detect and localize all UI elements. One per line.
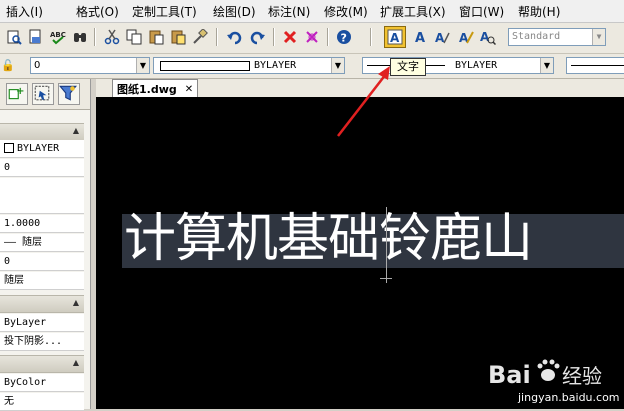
undo-icon[interactable] xyxy=(224,27,244,47)
filter-icon[interactable] xyxy=(58,83,80,105)
redo-icon[interactable] xyxy=(248,27,268,47)
property-value: ByLayer xyxy=(4,317,47,328)
property-row-linetype-scale[interactable]: 1.0000 xyxy=(0,215,84,233)
match-properties-icon[interactable] xyxy=(190,27,210,47)
menu-bar: 插入(I) 格式(O) 定制工具(T) 绘图(D) 标注(N) 修改(M) 扩展… xyxy=(0,0,624,23)
property-row-plot-style[interactable]: ByColor xyxy=(0,374,84,392)
layer-select[interactable]: 0 ▼ xyxy=(30,57,150,74)
color-swatch xyxy=(4,143,14,153)
property-value: 1.0000 xyxy=(4,218,41,229)
select-delete-icon[interactable] xyxy=(302,27,322,47)
help-icon[interactable]: ? xyxy=(334,27,354,47)
standard-toolbar: ABC ? A A A A A Standard ▼ xyxy=(0,23,624,54)
find-text-icon[interactable]: A xyxy=(478,27,498,47)
property-row-plot-table[interactable]: 无 xyxy=(0,393,84,411)
svg-text:+: + xyxy=(16,86,24,97)
copy-icon[interactable] xyxy=(124,27,144,47)
property-row-material[interactable]: ByLayer xyxy=(0,314,84,332)
text-tool-button[interactable]: A xyxy=(384,26,406,48)
cut-icon[interactable] xyxy=(102,27,122,47)
menu-insert[interactable]: 插入(I) xyxy=(6,3,43,20)
close-icon[interactable]: ✕ xyxy=(185,81,193,98)
paste-icon[interactable] xyxy=(146,27,166,47)
text-cursor xyxy=(386,207,387,283)
properties-toolbar: 🔓 0 ▼ BYLAYER ▼ BYLAYER ▼ 文字 xyxy=(0,54,624,79)
property-value: —— 随层 xyxy=(4,237,43,248)
property-row-linetype[interactable] xyxy=(0,178,84,214)
property-value: BYLAYER xyxy=(17,143,60,154)
find-icon[interactable] xyxy=(70,27,90,47)
publish-icon[interactable] xyxy=(25,27,45,47)
lineweight-select[interactable] xyxy=(566,57,624,74)
property-row-shadow[interactable]: 投下阴影... xyxy=(0,333,84,351)
property-row-color[interactable]: BYLAYER xyxy=(0,140,84,158)
text-style-value: Standard xyxy=(512,31,561,42)
menu-help[interactable]: 帮助(H) xyxy=(518,3,560,20)
menu-window[interactable]: 窗口(W) xyxy=(459,3,504,20)
layer-value: 0 xyxy=(34,60,41,71)
collapse-icon: ▲ xyxy=(72,126,79,135)
menu-extend-tools[interactable]: 扩展工具(X) xyxy=(380,3,446,20)
property-row-thickness[interactable]: 0 xyxy=(0,253,84,271)
text-style-edit-icon[interactable]: A xyxy=(456,27,476,47)
print-preview-icon[interactable] xyxy=(4,27,24,47)
section-header-plot[interactable]: ▲ xyxy=(0,355,84,373)
property-row-lineweight[interactable]: —— 随层 xyxy=(0,234,84,252)
panel-toolbar: + xyxy=(0,79,90,110)
baidu-paw-logo: Bai 经验 xyxy=(488,359,602,389)
svg-text:A: A xyxy=(415,31,425,45)
color-swatch xyxy=(160,61,250,71)
linetype-value: BYLAYER xyxy=(455,60,498,71)
color-value: BYLAYER xyxy=(254,60,297,71)
property-value: 无 xyxy=(4,396,14,407)
section-header-general[interactable]: ▲ xyxy=(0,123,84,141)
menu-dimension[interactable]: 标注(N) xyxy=(268,3,310,20)
chevron-down-icon[interactable]: ▼ xyxy=(136,58,149,73)
section-header-3d[interactable]: ▲ xyxy=(0,295,84,313)
collapse-icon: ▲ xyxy=(72,298,79,307)
drawing-canvas[interactable]: 计算机基础铃鹿山 Bai 经验 jingyan.baidu.com xyxy=(96,97,624,409)
chevron-down-icon[interactable]: ▼ xyxy=(592,29,605,45)
menu-format[interactable]: 格式(O) xyxy=(76,3,119,20)
property-value: ByColor xyxy=(4,377,47,388)
single-line-text-icon[interactable]: A xyxy=(410,27,430,47)
erase-icon[interactable] xyxy=(280,27,300,47)
text-style-select[interactable]: Standard ▼ xyxy=(508,28,606,46)
watermark-brand-suffix: 经验 xyxy=(562,364,602,388)
quick-select-icon[interactable]: + xyxy=(6,83,28,105)
text-cursor-base xyxy=(380,278,392,279)
watermark-brand-prefix: Bai xyxy=(488,361,531,389)
property-value: 0 xyxy=(4,162,11,173)
property-value: 投下阴影... xyxy=(4,336,63,347)
watermark-url: jingyan.baidu.com xyxy=(518,391,620,404)
layer-lock-icon: 🔓 xyxy=(1,59,15,72)
collapse-icon: ▲ xyxy=(72,358,79,367)
paste-special-icon[interactable] xyxy=(168,27,188,47)
property-value: 0 xyxy=(4,256,11,267)
document-tab-title: 图纸1.dwg xyxy=(117,82,177,96)
property-row-layer[interactable]: 0 xyxy=(0,159,84,177)
document-tab[interactable]: 图纸1.dwg ✕ xyxy=(112,79,199,98)
menu-draw[interactable]: 绘图(D) xyxy=(213,3,256,20)
menu-custom-tools[interactable]: 定制工具(T) xyxy=(132,3,197,20)
color-select[interactable]: BYLAYER ▼ xyxy=(153,57,345,74)
lineweight-preview xyxy=(571,65,624,66)
svg-text:A: A xyxy=(390,31,400,45)
spell-check-icon[interactable]: ABC xyxy=(48,27,68,47)
properties-panel: + ▲ BYLAYER 0 1.0000 —— 随层 0 随层 ▲ ByLaye… xyxy=(0,79,91,411)
svg-text:?: ? xyxy=(341,32,347,45)
property-value: 随层 xyxy=(4,275,24,286)
svg-text:A: A xyxy=(435,31,445,45)
red-annotation-arrow xyxy=(337,66,390,137)
drawing-text-entity[interactable]: 计算机基础铃鹿山 xyxy=(124,207,533,271)
property-row-transparency[interactable]: 随层 xyxy=(0,272,84,290)
menu-modify[interactable]: 修改(M) xyxy=(324,3,368,20)
chevron-down-icon[interactable]: ▼ xyxy=(540,58,553,73)
baidu-watermark: Bai 经验 jingyan.baidu.com xyxy=(486,353,624,409)
select-objects-icon[interactable] xyxy=(32,83,54,105)
edit-text-icon[interactable]: A xyxy=(432,27,452,47)
